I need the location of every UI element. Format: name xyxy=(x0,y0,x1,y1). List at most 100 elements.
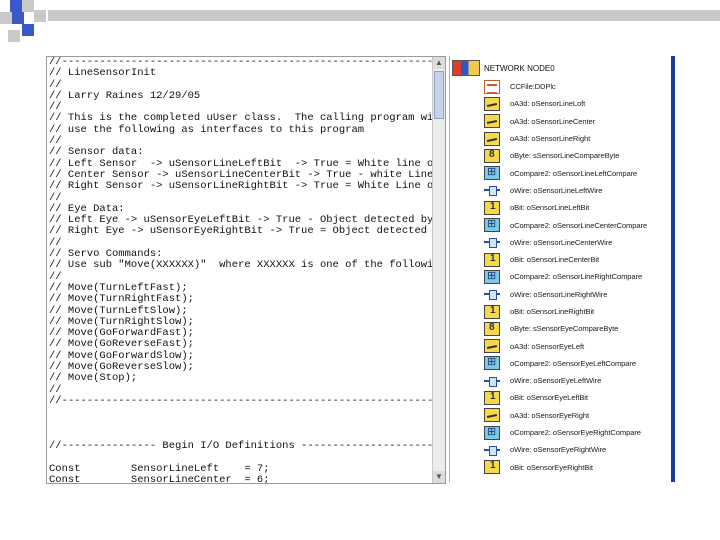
analog-icon xyxy=(484,131,500,146)
tree-node-label: oA3d: oSensorEyeLeft xyxy=(510,341,584,351)
tree-node-label: oWire: oSensorEyeLeftWire xyxy=(510,376,602,386)
code-editor[interactable]: //--------------------------------------… xyxy=(46,56,446,484)
tree-node-label: oWire: oSensorEyeRightWire xyxy=(510,445,607,455)
tree-node[interactable]: oBit: oSensorEyeRightBit xyxy=(484,459,672,476)
compare-icon xyxy=(484,165,500,181)
code-line[interactable]: // Right Eye -> uSensorEyeRightBit -> Tr… xyxy=(49,226,433,238)
tree-node-label: oBit: oSensorLineCenterBit xyxy=(510,255,599,265)
compare-icon xyxy=(484,425,500,440)
tree-node-label: oCompare2: oSensorLineLeftCompare xyxy=(510,168,638,178)
network-icon xyxy=(452,60,480,76)
tree-node[interactable]: oByte: sSensorLineCompareByte xyxy=(484,147,672,164)
byte-icon xyxy=(484,321,500,336)
tree-node[interactable]: oCompare2: oSensorLineLeftCompare xyxy=(484,164,672,181)
tree-node-label: oBit: oSensorLineRightBit xyxy=(510,307,595,316)
vertical-scrollbar[interactable]: ▲ ▼ xyxy=(432,57,445,483)
wire-icon xyxy=(484,374,500,388)
tree-node[interactable]: oA3d: oSensorEyeLeft xyxy=(484,337,672,354)
code-line[interactable]: // use the following as interfaces to th… xyxy=(49,124,433,136)
tree-node-label: oByte: sSensorEyeCompareByte xyxy=(510,324,619,334)
tree-node-label: oByte: sSensorLineCompareByte xyxy=(510,151,620,161)
tree-node-label: oCompare2: oSensorEyeLeftCompare xyxy=(510,358,636,368)
code-line[interactable]: // Right Sensor -> uSensorLineRightBit -… xyxy=(49,180,433,192)
tree-node-label: oWire: oSensorLineLeftWire xyxy=(510,185,603,195)
tree-node-label: oBit: oSensorEyeLeftBit xyxy=(510,393,588,403)
decor-square xyxy=(22,24,34,36)
code-line[interactable]: // LineSensorInit xyxy=(49,67,433,79)
tree-node[interactable]: oA3d: oSensorEyeRight xyxy=(484,407,672,424)
code-line[interactable] xyxy=(49,452,433,463)
tree-node-label: oCompare2: oSensorEyeRightCompare xyxy=(510,428,641,438)
analog-icon xyxy=(484,339,500,354)
tree-node-label: oA3d: oSensorLineCenter xyxy=(510,116,596,126)
code-line[interactable]: // Move(Stop); xyxy=(49,373,433,385)
bit-icon xyxy=(484,390,500,405)
code-text-area[interactable]: //--------------------------------------… xyxy=(49,57,433,483)
code-line[interactable] xyxy=(49,419,433,430)
tree-node[interactable]: oWire: oSensorEyeLeftWire xyxy=(484,372,672,389)
wire-icon xyxy=(484,287,500,301)
tree-node[interactable]: CCFile:DDPlc xyxy=(484,78,672,95)
tree-node-label: oA3d: oSensorLineLoft xyxy=(510,99,586,109)
tree-node-label: oWire: oSensorLineCenterWire xyxy=(510,237,613,247)
code-line[interactable]: // Sensor data: xyxy=(49,147,433,159)
tree-node[interactable]: oBit: oSensorLineRightBit xyxy=(484,303,672,320)
tree-node-label: CCFile:DDPlc xyxy=(510,82,556,92)
decor-square xyxy=(0,12,12,24)
tree-node[interactable]: oA3d: oSensorLineRight xyxy=(484,130,672,147)
decor-square xyxy=(34,10,46,22)
bit-icon xyxy=(484,460,500,475)
code-line[interactable]: Const SensorLineCenter = 6; xyxy=(49,474,433,483)
scroll-thumb[interactable] xyxy=(434,71,444,119)
compare-icon xyxy=(484,217,500,233)
wire-icon xyxy=(484,443,500,457)
tree-node[interactable]: oBit: oSensorEyeLeftBit xyxy=(484,389,672,406)
tree-node[interactable]: oA3d: oSensorLineLoft xyxy=(484,95,672,112)
tree-node[interactable]: oWire: oSensorLineLeftWire xyxy=(484,182,672,199)
tree-node[interactable]: oCompare2: oSensorEyeLeftCompare xyxy=(484,355,672,372)
tree-node[interactable]: oByte: sSensorEyeCompareByte xyxy=(484,320,672,337)
code-line[interactable]: // Use sub "Move(XXXXXX)" where XXXXXX i… xyxy=(49,260,433,272)
tree-node-label: oWire: oSensorLineRightWire xyxy=(510,289,608,299)
tree-node[interactable]: oWire: oSensorLineCenterWire xyxy=(484,234,672,251)
tree-node[interactable]: oCompare2: oSensorEyeRightCompare xyxy=(484,424,672,441)
compare-icon xyxy=(484,269,500,284)
tree-node[interactable]: oCompare2: oSensorLineRightCompare xyxy=(484,268,672,285)
bit-icon xyxy=(484,200,500,215)
network-node-header[interactable]: NETWORK NODE0 xyxy=(452,60,555,76)
compare-icon xyxy=(484,355,500,371)
tree-node[interactable]: oBit: oSensorLineLeftBit xyxy=(484,199,672,216)
tree-node-label: oCompare2: oSensorLineRightCompare xyxy=(510,272,643,282)
tree-node-label: oBit: oSensorLineLeftBit xyxy=(510,203,590,213)
decor-square xyxy=(10,0,22,12)
analog-icon xyxy=(484,96,500,111)
network-tree-panel[interactable]: NETWORK NODE0 CCFile:DDPlc oA3d: oSensorL… xyxy=(449,56,674,482)
code-line[interactable]: // Move(TurnRightFast); xyxy=(49,293,433,305)
network-node-label: NETWORK NODE0 xyxy=(484,63,555,73)
tree-node[interactable]: oWire: oSensorLineRightWire xyxy=(484,286,672,303)
tree-node-label: oA3d: oSensorEyeRight xyxy=(510,410,589,420)
script-icon xyxy=(484,79,500,94)
wire-icon xyxy=(484,183,500,197)
tree-node-label: oCompare2: oSensorLineCenterCompare xyxy=(510,220,648,230)
tree-node[interactable]: oA3d: oSensorLineCenter xyxy=(484,113,672,130)
byte-icon xyxy=(484,148,500,163)
decor-square xyxy=(8,30,20,42)
tree-node[interactable]: oCompare2: oSensorLineCenterCompare xyxy=(484,216,672,233)
scroll-down-icon[interactable]: ▼ xyxy=(433,471,445,483)
tree-node[interactable]: oBit: oSensorLineCenterBit xyxy=(484,251,672,268)
code-line[interactable]: //--------------------------------------… xyxy=(49,395,433,407)
scroll-up-icon[interactable]: ▲ xyxy=(433,57,445,69)
panel-edge-bar xyxy=(671,56,675,482)
object-tree: CCFile:DDPlc oA3d: oSensorLineLoft oA3d: o… xyxy=(484,78,672,476)
bit-icon xyxy=(484,252,500,267)
code-line[interactable] xyxy=(49,407,433,418)
tree-node-label: oBit: oSensorEyeRightBit xyxy=(510,462,593,472)
analog-icon xyxy=(484,114,500,129)
tree-node[interactable]: oWire: oSensorEyeRightWire xyxy=(484,441,672,458)
tree-node-label: oA3d: oSensorLineRight xyxy=(510,134,591,144)
decor-square xyxy=(12,12,24,24)
code-line[interactable]: // Larry Raines 12/29/05 xyxy=(49,90,433,102)
wire-icon xyxy=(484,235,500,249)
code-line[interactable]: //--------------- Begin I/O Definitions … xyxy=(49,440,433,452)
